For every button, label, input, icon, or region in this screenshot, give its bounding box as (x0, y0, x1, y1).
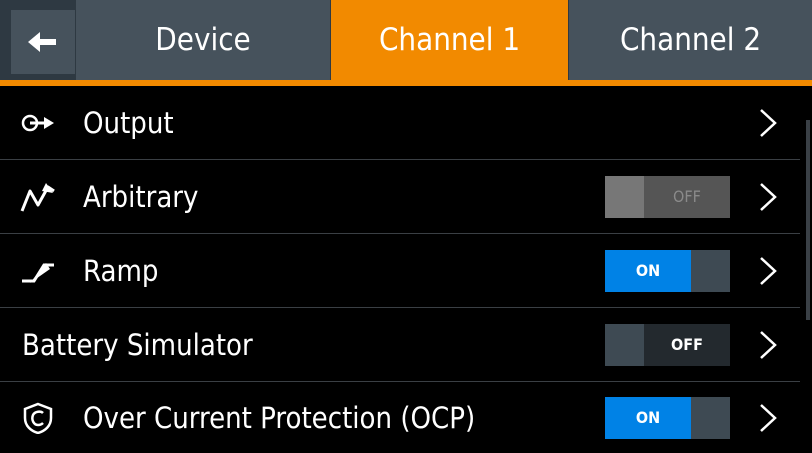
chevron-right-icon[interactable] (757, 255, 779, 287)
output-arrow-icon (21, 114, 54, 131)
ramp-icon (22, 262, 54, 283)
toggle-knob (691, 396, 730, 439)
ramp-toggle[interactable]: ON (605, 249, 730, 292)
list-item-ramp[interactable]: Ramp ON (0, 234, 800, 308)
chevron-right-icon[interactable] (757, 402, 779, 434)
top-tab-bar: Device Channel 1 Channel 2 (0, 0, 812, 80)
tab-channel-2-label: Channel 2 (619, 22, 762, 58)
chevron-right-icon[interactable] (757, 181, 779, 213)
toggle-state-label: OFF (644, 323, 730, 366)
ocp-toggle[interactable]: ON (605, 396, 730, 439)
tab-channel-2[interactable]: Channel 2 (569, 0, 812, 80)
toggle-state-label: ON (605, 396, 691, 439)
back-button[interactable] (11, 10, 75, 74)
chevron-right-icon[interactable] (757, 329, 779, 361)
chevron-right-icon[interactable] (757, 107, 779, 139)
arbitrary-wave-icon (20, 182, 55, 212)
row-label-ocp: Over Current Protection (OCP) (83, 400, 476, 435)
toggle-knob (605, 175, 644, 218)
list-item-arbitrary[interactable]: Arbitrary OFF (0, 160, 800, 234)
tab-channel-1[interactable]: Channel 1 (331, 0, 568, 80)
tab-device[interactable]: Device (76, 0, 330, 80)
row-label-battery-simulator: Battery Simulator (22, 327, 253, 362)
tab-device-label: Device (155, 22, 251, 58)
arbitrary-toggle[interactable]: OFF (605, 175, 730, 218)
tab-channel-1-label: Channel 1 (378, 22, 521, 58)
row-label-ramp: Ramp (83, 253, 159, 288)
battery-simulator-toggle[interactable]: OFF (605, 323, 730, 366)
toggle-knob (605, 323, 644, 366)
toggle-state-label: OFF (644, 175, 730, 218)
shield-c-icon (23, 402, 53, 434)
arrow-left-icon (28, 32, 56, 52)
row-label-output: Output (83, 105, 174, 140)
row-label-arbitrary: Arbitrary (83, 179, 199, 214)
list-item-ocp[interactable]: Over Current Protection (OCP) ON (0, 382, 800, 453)
scrollbar[interactable] (806, 120, 810, 320)
list-item-output[interactable]: Output (0, 86, 800, 160)
list-item-battery-simulator[interactable]: Battery Simulator OFF (0, 308, 800, 382)
toggle-knob (691, 249, 730, 292)
toggle-state-label: ON (605, 249, 691, 292)
